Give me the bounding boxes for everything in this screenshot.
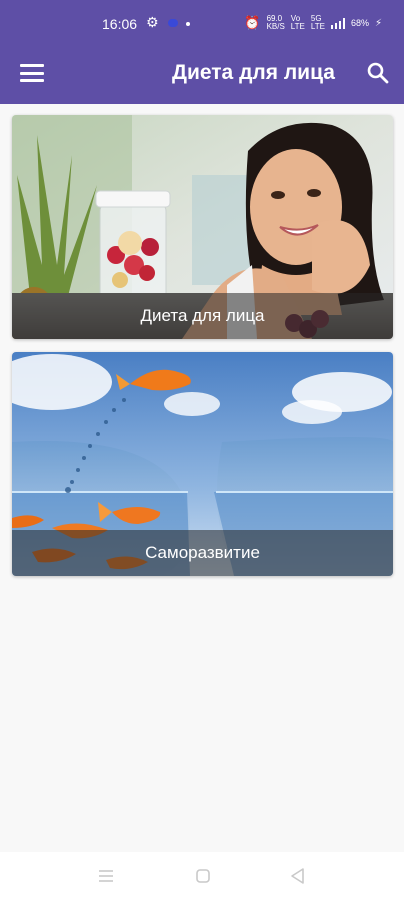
status-time: 16:06 [102, 16, 138, 32]
system-nav-bar [0, 852, 404, 900]
notification-icon [168, 19, 178, 27]
battery-level: 68% [350, 18, 369, 28]
signal-icon [330, 17, 345, 29]
battery-charging-icon: ⚡ [374, 17, 382, 29]
card-caption: Диета для лица [12, 293, 393, 339]
status-indicators: ⏰ 69.0 KB/S Vo LTE 5G LTE 68% ⚡ [244, 15, 382, 31]
category-card-self-development[interactable]: Саморазвитие [12, 352, 393, 576]
back-icon[interactable] [289, 867, 307, 885]
alarm-icon: ⏰ [244, 15, 261, 30]
net-type-2: 5G LTE [310, 14, 325, 31]
notification-dot-icon [186, 22, 190, 26]
card-caption: Саморазвитие [12, 530, 393, 576]
search-icon[interactable] [366, 61, 390, 85]
net-type-1: Vo LTE [290, 14, 305, 31]
gear-icon: ⚙ [146, 14, 159, 30]
app-bar: Диета для лица [0, 42, 404, 104]
net-speed: 69.0 KB/S [266, 14, 285, 31]
page-title: Диета для лица [172, 61, 335, 84]
category-card-face-diet[interactable]: Диета для лица [12, 115, 393, 339]
menu-icon[interactable] [20, 64, 44, 82]
home-icon[interactable] [195, 868, 211, 884]
recent-apps-icon[interactable] [97, 868, 115, 884]
status-bar: 16:06 ⚙ ⏰ 69.0 KB/S Vo LTE 5G LTE 68% ⚡ [0, 0, 404, 42]
